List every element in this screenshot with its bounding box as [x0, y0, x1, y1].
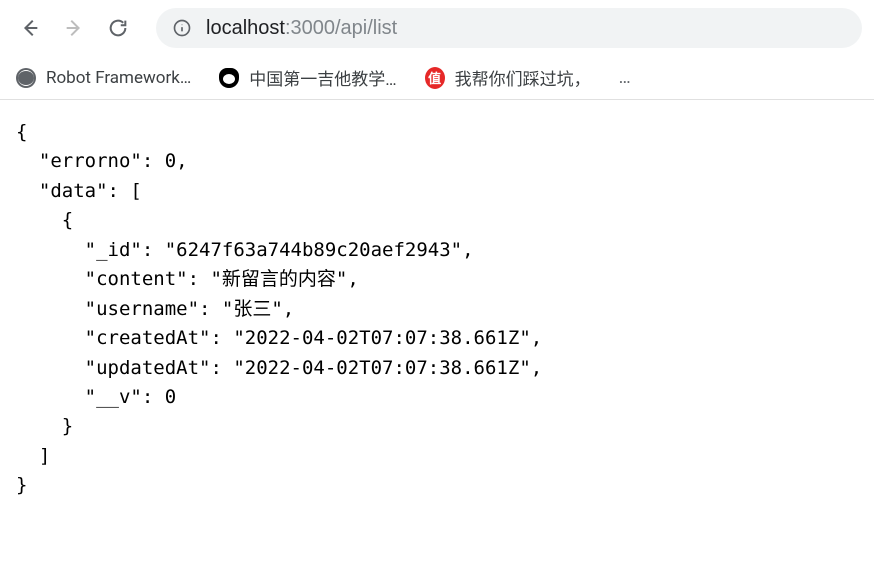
- arrow-left-icon: [19, 17, 41, 39]
- zhi-icon: 值: [425, 68, 445, 88]
- arrow-right-icon: [63, 17, 85, 39]
- reload-icon: [107, 17, 129, 39]
- bookmarks-bar: Robot Framework… 中国第一吉他教学… 值 我帮你们踩过坑， …: [0, 56, 874, 100]
- json-response-body: { "errorno": 0, "data": [ { "_id": "6247…: [0, 100, 874, 519]
- bookmarks-overflow[interactable]: …: [619, 67, 631, 88]
- reload-button[interactable]: [100, 10, 136, 46]
- globe-icon: [16, 68, 36, 88]
- browser-toolbar: localhost:3000/api/list: [0, 0, 874, 56]
- bookmark-item-robot[interactable]: Robot Framework…: [16, 68, 191, 88]
- url-text: localhost:3000/api/list: [206, 17, 397, 40]
- penguin-icon: [219, 68, 239, 88]
- address-bar[interactable]: localhost:3000/api/list: [156, 8, 862, 48]
- bookmark-label: Robot Framework…: [46, 68, 191, 88]
- bookmark-item-guitar[interactable]: 中国第一吉他教学…: [219, 65, 396, 90]
- back-button[interactable]: [12, 10, 48, 46]
- bookmark-label: 中国第一吉他教学…: [249, 65, 396, 90]
- bookmark-label: 我帮你们踩过坑，: [455, 65, 591, 90]
- bookmark-item-zhi[interactable]: 值 我帮你们踩过坑，: [425, 65, 591, 90]
- forward-button[interactable]: [56, 10, 92, 46]
- site-info-icon[interactable]: [172, 18, 192, 38]
